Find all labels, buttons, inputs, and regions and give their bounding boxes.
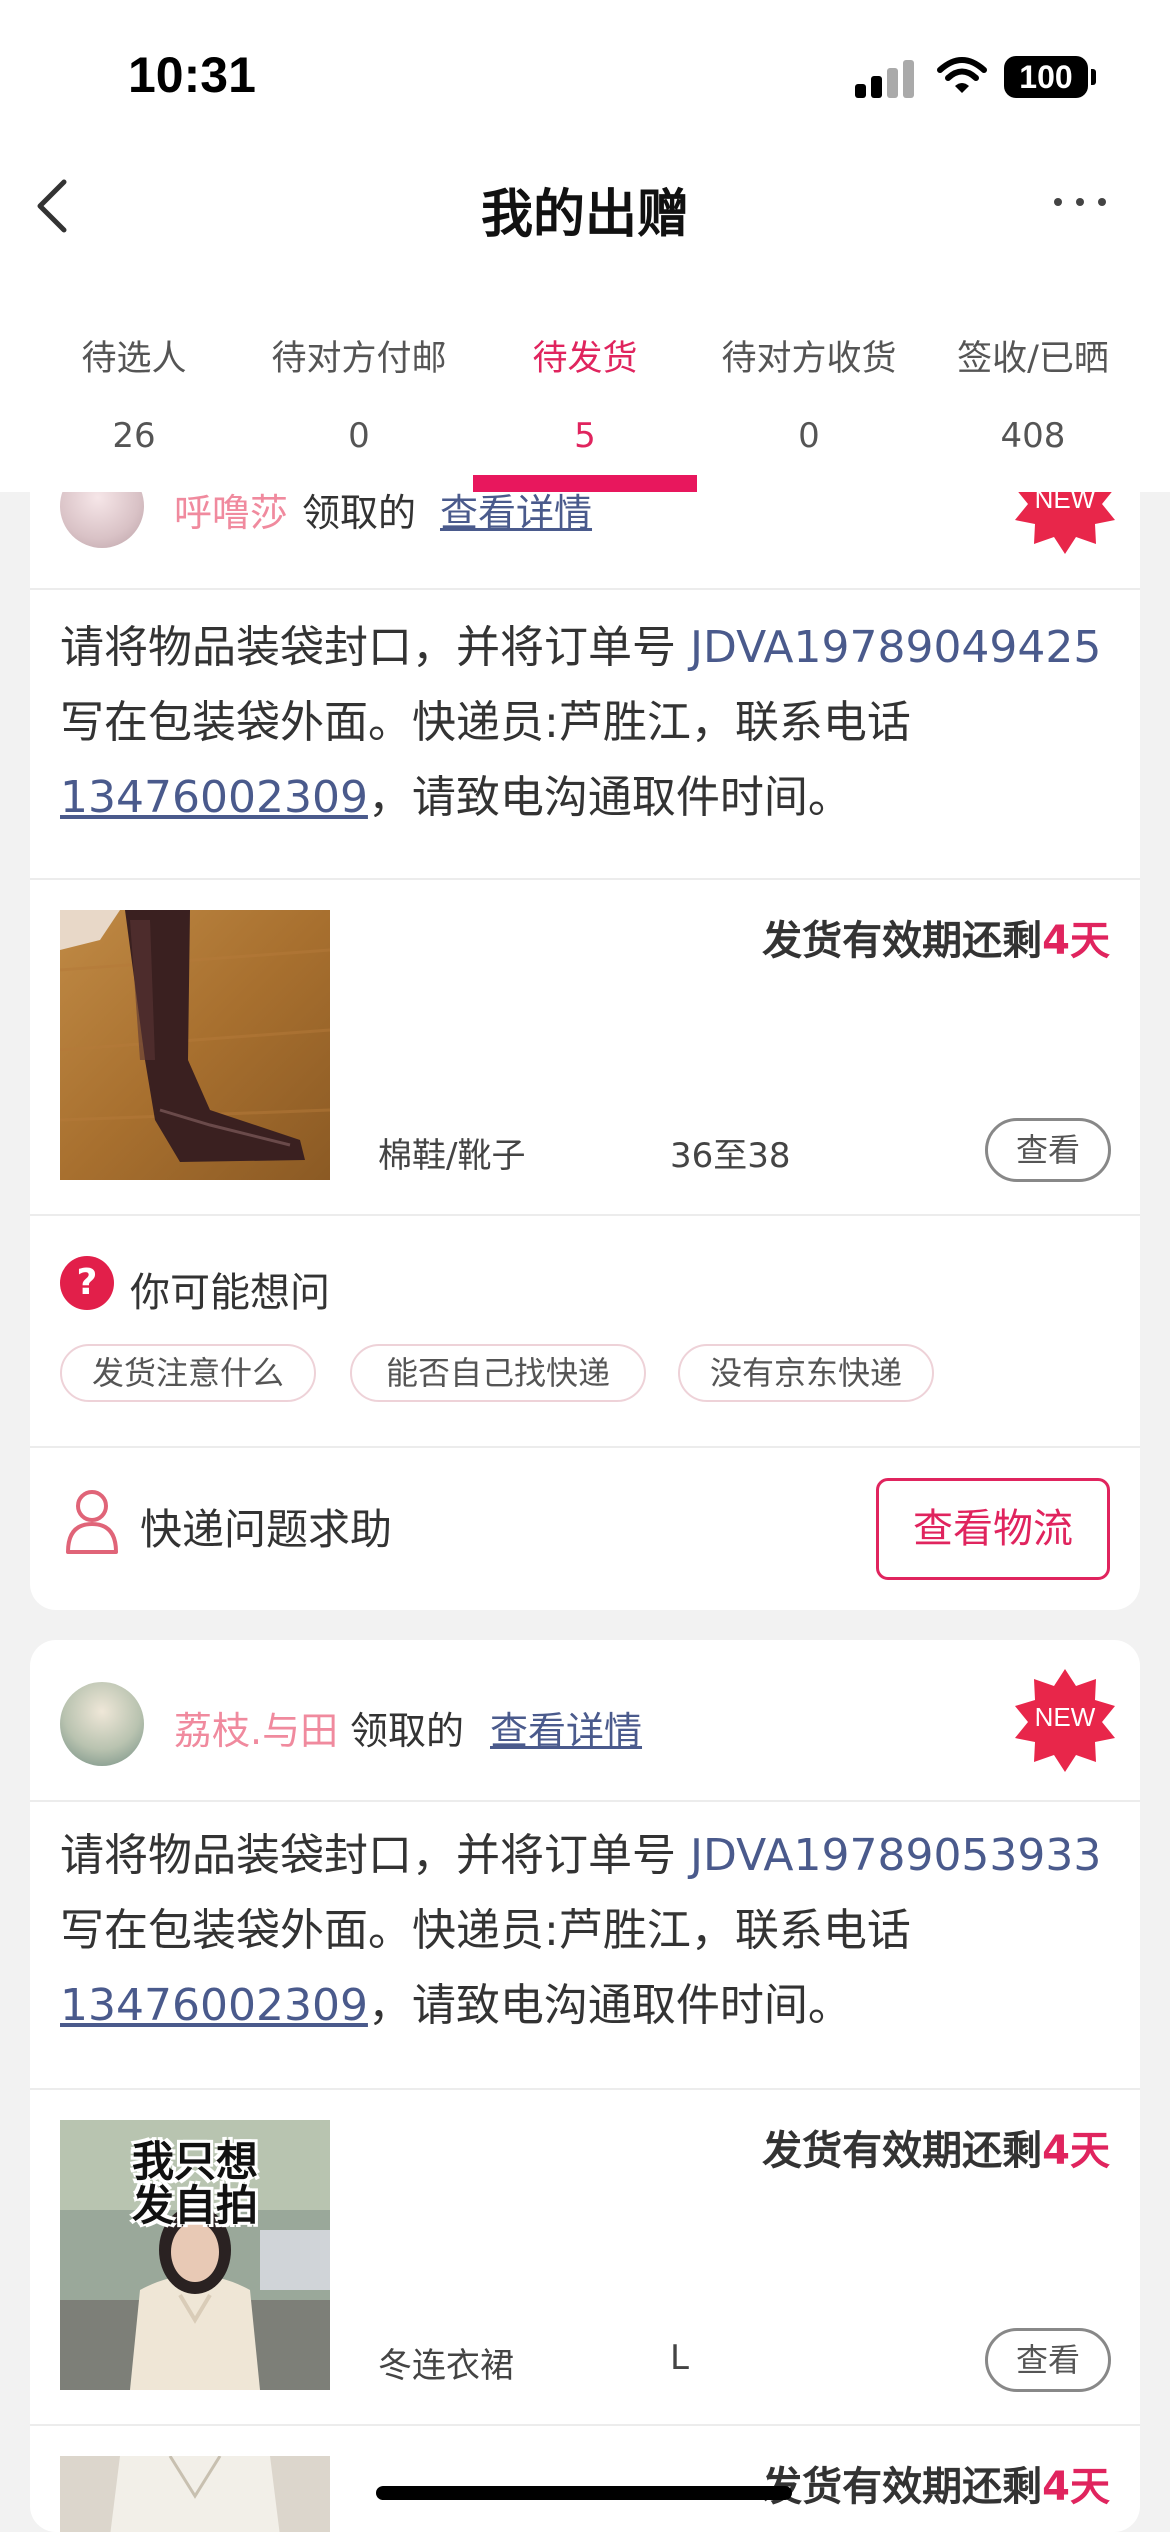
shipping-instruction: 请将物品装袋封口，并将订单号 JDVA19789053933 写在包装袋外面。快… — [60, 1818, 1110, 2043]
order-number[interactable]: JDVA19789049425 — [690, 622, 1101, 673]
new-badge-text: NEW — [1034, 1702, 1096, 1732]
item-name: 棉鞋/靴子 — [378, 1136, 526, 1176]
view-detail-link[interactable]: 查看详情 — [490, 1700, 642, 1755]
order-number[interactable]: JDVA19789053933 — [690, 1830, 1101, 1881]
help-section: 快递问题求助 查看物流 — [30, 1446, 1140, 1610]
view-logistics-button[interactable]: 查看物流 — [876, 1478, 1110, 1580]
item-photo-dress[interactable]: 我只想发自拍 — [60, 2120, 330, 2390]
new-badge-label: NEW — [1010, 1664, 1120, 1774]
tab-label: 签收/已晒 — [957, 339, 1109, 379]
faq-section: ? 你可能想问 发货注意什么 能否自己找快递 没有京东快递 — [30, 1214, 1140, 1446]
faq-chip[interactable]: 发货注意什么 — [60, 1344, 316, 1402]
tab-pending-selection[interactable]: 待选人 26 — [17, 270, 251, 492]
order-card: 呼噜莎 领取的 查看详情 NEW 请将物品装袋封口，并将订单号 JDVA1978… — [30, 440, 1140, 1610]
claimed-text: 领取的 — [350, 1709, 465, 1753]
item-section: 我只想发自拍 发货有效期还剩4天 冬连衣裙 L 查看 — [30, 2088, 1140, 2424]
wifi-icon — [937, 57, 987, 93]
tab-pending-postage[interactable]: 待对方付邮 0 — [242, 270, 476, 492]
deadline-days: 4天 — [1042, 918, 1110, 964]
view-item-button[interactable]: 查看 — [985, 2328, 1111, 2392]
tab-received[interactable]: 签收/已晒 408 — [916, 270, 1150, 492]
instruction-text: 写在包装袋外面。快递员:芦胜江，联系电话 — [60, 1905, 911, 1956]
avatar[interactable] — [60, 1682, 144, 1766]
deadline-label: 发货有效期还剩 — [762, 2128, 1043, 2174]
item-section: 发货有效期还剩4天 棉鞋/靴子 36至38 查看 — [30, 878, 1140, 1214]
deadline-days: 4天 — [1042, 2128, 1110, 2174]
item-photo[interactable] — [60, 2456, 330, 2532]
tab-label: 待对方付邮 — [271, 339, 447, 379]
claimer-name[interactable]: 荔枝.与田 — [174, 1700, 338, 1755]
item-photo-boots[interactable] — [60, 910, 330, 1180]
person-icon — [66, 1490, 118, 1554]
tab-count: 0 — [348, 416, 370, 456]
courier-help-label[interactable]: 快递问题求助 — [140, 1496, 392, 1557]
tab-count: 5 — [574, 416, 596, 456]
status-time: 10:31 — [128, 47, 256, 103]
battery-icon: 100 — [1004, 56, 1096, 98]
faq-chip[interactable]: 没有京东快递 — [678, 1344, 934, 1402]
item-size: L — [670, 2338, 689, 2378]
shipping-deadline: 发货有效期还剩4天 — [762, 908, 1110, 966]
nav-bar: 我的出赠 — [0, 150, 1170, 270]
tab-label: 待选人 — [81, 339, 187, 379]
shipping-deadline: 发货有效期还剩4天 — [762, 2118, 1110, 2176]
tab-count: 0 — [798, 416, 820, 456]
tab-pending-shipment[interactable]: 待发货 5 — [468, 270, 702, 492]
photo-sticker-text: 我只想发自拍 — [131, 2137, 258, 2230]
tab-count: 408 — [1000, 416, 1066, 456]
deadline-days: 4天 — [1042, 2464, 1110, 2510]
page-title: 我的出赠 — [480, 185, 689, 245]
instruction-text: ，请致电沟通取件时间。 — [367, 1980, 852, 2031]
faq-title: 你可能想问 — [130, 1270, 330, 1316]
item-section: 发货有效期还剩4天 — [30, 2424, 1140, 2532]
shipping-deadline: 发货有效期还剩4天 — [762, 2454, 1110, 2512]
deadline-label: 发货有效期还剩 — [762, 2464, 1043, 2510]
tab-pending-receipt[interactable]: 待对方收货 0 — [692, 270, 926, 492]
instruction-text: 请将物品装袋封口，并将订单号 — [60, 1830, 690, 1881]
home-indicator[interactable] — [376, 2486, 792, 2500]
item-name: 冬连衣裙 — [378, 2346, 514, 2386]
order-card: 荔枝.与田 领取的 查看详情 NEW 请将物品装袋封口，并将订单号 JDVA19… — [30, 1640, 1140, 2532]
status-bar: 10:31 100 — [0, 0, 1170, 150]
item-size: 36至38 — [670, 1136, 791, 1176]
status-tabs: 待选人 26 待对方付邮 0 待发货 5 待对方收货 0 签收/已晒 408 — [0, 270, 1170, 492]
instruction-text: 请将物品装袋封口，并将订单号 — [60, 622, 690, 673]
tab-label: 待发货 — [532, 339, 638, 379]
instruction-section: 请将物品装袋封口，并将订单号 JDVA19789053933 写在包装袋外面。快… — [30, 1800, 1140, 2090]
shipping-instruction: 请将物品装袋封口，并将订单号 JDVA19789049425 写在包装袋外面。快… — [60, 610, 1110, 835]
view-item-button[interactable]: 查看 — [985, 1118, 1111, 1182]
more-icon[interactable] — [1050, 176, 1110, 236]
courier-phone-link[interactable]: 13476002309 — [60, 772, 368, 823]
courier-phone-link[interactable]: 13476002309 — [60, 1980, 368, 2031]
active-tab-indicator — [473, 475, 697, 492]
deadline-label: 发货有效期还剩 — [762, 918, 1043, 964]
tab-count: 26 — [112, 416, 156, 456]
instruction-section: 请将物品装袋封口，并将订单号 JDVA19789049425 写在包装袋外面。快… — [30, 588, 1140, 878]
instruction-text: ，请致电沟通取件时间。 — [367, 772, 852, 823]
signal-icon — [855, 58, 915, 98]
tab-label: 待对方收货 — [721, 339, 897, 379]
question-icon: ? — [60, 1256, 114, 1310]
instruction-text: 写在包装袋外面。快递员:芦胜江，联系电话 — [60, 697, 911, 748]
faq-chip[interactable]: 能否自己找快递 — [350, 1344, 646, 1402]
